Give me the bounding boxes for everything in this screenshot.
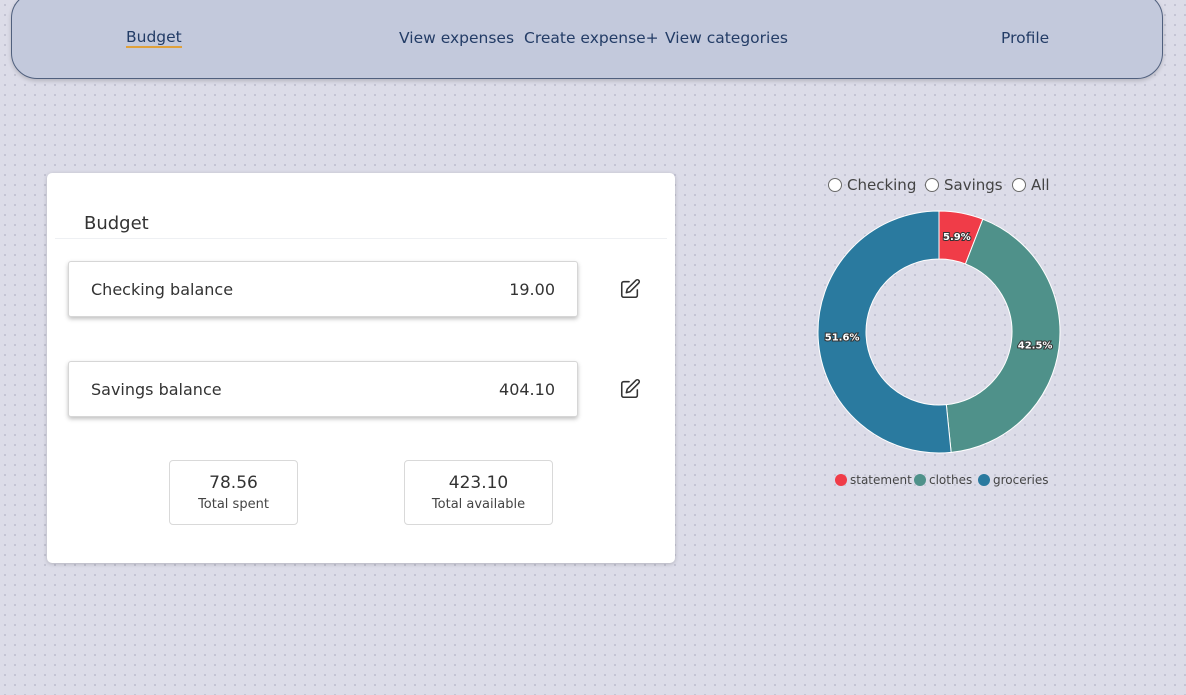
radio-all[interactable]: All (1012, 176, 1050, 194)
top-navbar: Budget View expenses Create expense+ Vie… (11, 0, 1163, 79)
radio-all-label: All (1031, 176, 1050, 194)
edit-icon (620, 379, 640, 399)
total-available-label: Total available (431, 497, 526, 512)
total-available-box: 423.10 Total available (404, 460, 553, 525)
nav-create-expense[interactable]: Create expense+ (524, 29, 659, 47)
nav-profile[interactable]: Profile (1001, 29, 1049, 47)
checking-balance-field: Checking balance 19.00 (68, 261, 578, 317)
checking-balance-label: Checking balance (91, 280, 234, 299)
budget-card: Budget Checking balance 19.00 Savings ba… (47, 173, 675, 563)
legend-item-clothes[interactable]: clothes (914, 473, 972, 487)
savings-balance-field: Savings balance 404.10 (68, 361, 578, 417)
total-spent-box: 78.56 Total spent (169, 460, 298, 525)
edit-savings-button[interactable] (619, 378, 641, 400)
savings-balance-value: 404.10 (499, 380, 555, 399)
legend-swatch (914, 474, 926, 486)
radio-savings[interactable]: Savings (925, 176, 1003, 194)
nav-view-categories[interactable]: View categories (665, 29, 788, 47)
slice-value-label: 5.9% (943, 232, 971, 243)
legend-swatch (835, 474, 847, 486)
radio-savings-label: Savings (944, 176, 1003, 194)
expense-donut-chart: 5.9% 42.5% 51.6% (817, 210, 1061, 454)
savings-balance-label: Savings balance (91, 380, 222, 399)
legend-label: groceries (993, 473, 1049, 487)
budget-card-title: Budget (84, 213, 149, 234)
legend-label: clothes (929, 473, 973, 487)
total-spent-label: Total spent (198, 497, 269, 512)
radio-button[interactable] (925, 178, 939, 192)
radio-checking-label: Checking (847, 176, 917, 194)
nav-view-expenses[interactable]: View expenses (399, 29, 514, 47)
radio-checking[interactable]: Checking (828, 176, 916, 194)
legend-swatch (978, 474, 990, 486)
slice-value-label: 42.5% (1018, 341, 1053, 352)
radio-button[interactable] (828, 178, 842, 192)
nav-brand-budget[interactable]: Budget (126, 29, 182, 48)
edit-icon (620, 279, 640, 299)
legend-label: statement (850, 473, 912, 487)
checking-balance-value: 19.00 (509, 280, 555, 299)
slice-value-label: 51.6% (825, 332, 860, 343)
legend-item-groceries[interactable]: groceries (978, 473, 1049, 487)
total-available-value: 423.10 (448, 473, 509, 493)
edit-checking-button[interactable] (619, 278, 641, 300)
total-spent-value: 78.56 (209, 473, 258, 493)
card-divider (55, 238, 667, 239)
legend-item-statement[interactable]: statement (835, 473, 912, 487)
radio-button[interactable] (1012, 178, 1026, 192)
